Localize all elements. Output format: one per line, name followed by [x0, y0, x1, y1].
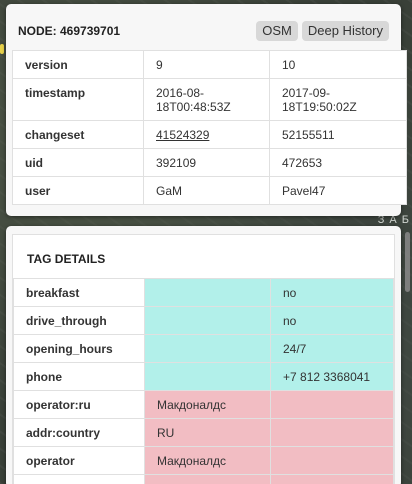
tag-key: name:ru	[13, 474, 145, 484]
row-key: changeset	[12, 120, 144, 149]
new-value	[270, 474, 394, 484]
new-value: +7 812 3368041	[270, 362, 394, 391]
row-key: user	[12, 176, 144, 205]
new-value: 24/7	[270, 334, 394, 363]
old-value: RU	[144, 418, 271, 447]
new-value: 2017-09-18T19:50:02Z	[269, 78, 407, 121]
deep-history-button[interactable]: Deep History	[301, 21, 389, 41]
old-value	[144, 306, 271, 335]
new-value: no	[270, 278, 394, 307]
tag-details-box: TAG DETAILS breakfast no drive_through n…	[12, 234, 395, 484]
old-value: Макдоналдс	[144, 446, 271, 475]
row-key: timestamp	[12, 78, 144, 121]
table-row: changeset 41524329 52155511	[12, 120, 407, 149]
old-value: МакДоналдс	[144, 474, 271, 484]
table-row: user GaM Pavel47	[12, 176, 407, 205]
table-row: name:ru МакДоналдс	[13, 474, 394, 484]
tag-details-panel[interactable]: TAG DETAILS breakfast no drive_through n…	[6, 226, 401, 484]
table-row: addr:country RU	[13, 418, 394, 447]
row-key: version	[12, 50, 144, 79]
old-value: 9	[143, 50, 270, 79]
new-value: 52155511	[269, 120, 407, 149]
table-row: opening_hours 24/7	[13, 334, 394, 363]
node-panel: NODE: 469739701 OSM Deep History version…	[6, 4, 407, 216]
table-row: breakfast no	[13, 278, 394, 307]
changeset-link[interactable]: 41524329	[156, 128, 209, 142]
tag-key: breakfast	[13, 278, 145, 307]
node-header: NODE: 469739701 OSM Deep History	[18, 18, 389, 44]
table-row: operator:ru Макдоналдс	[13, 390, 394, 419]
table-row: operator Макдоналдс	[13, 446, 394, 475]
old-value: 2016-08-18T00:48:53Z	[143, 78, 270, 121]
new-value: no	[270, 306, 394, 335]
new-value	[270, 390, 394, 419]
node-version-table: version 9 10 timestamp 2016-08-18T00:48:…	[12, 50, 407, 205]
node-buttons: OSM Deep History	[256, 21, 389, 41]
old-value: 392109	[143, 148, 270, 177]
old-value: GaM	[143, 176, 270, 205]
tag-key: opening_hours	[13, 334, 145, 363]
table-row: version 9 10	[12, 50, 407, 79]
new-value	[270, 418, 394, 447]
tag-table: breakfast no drive_through no opening_ho…	[13, 278, 394, 484]
table-row: phone +7 812 3368041	[13, 362, 394, 391]
old-value: 41524329	[143, 120, 270, 149]
old-value	[144, 362, 271, 391]
new-value: Pavel47	[269, 176, 407, 205]
old-value	[144, 334, 271, 363]
tag-key: phone	[13, 362, 145, 391]
tag-key: operator	[13, 446, 145, 475]
tag-key: addr:country	[13, 418, 145, 447]
table-row: timestamp 2016-08-18T00:48:53Z 2017-09-1…	[12, 78, 407, 121]
tag-details-title: TAG DETAILS	[27, 252, 106, 266]
old-value	[144, 278, 271, 307]
table-row: uid 392109 472653	[12, 148, 407, 177]
new-value: 472653	[269, 148, 407, 177]
tag-key-text: opening_hours	[26, 342, 113, 356]
table-row: drive_through no	[13, 306, 394, 335]
map-marker[interactable]	[0, 44, 4, 54]
tag-key: drive_through	[13, 306, 145, 335]
new-value: 10	[269, 50, 407, 79]
node-title: NODE: 469739701	[18, 24, 121, 38]
new-value	[270, 446, 394, 475]
panel-scrollbar[interactable]	[405, 232, 410, 292]
osm-button[interactable]: OSM	[256, 21, 298, 41]
row-key: uid	[12, 148, 144, 177]
old-value: Макдоналдс	[144, 390, 271, 419]
tag-key: operator:ru	[13, 390, 145, 419]
